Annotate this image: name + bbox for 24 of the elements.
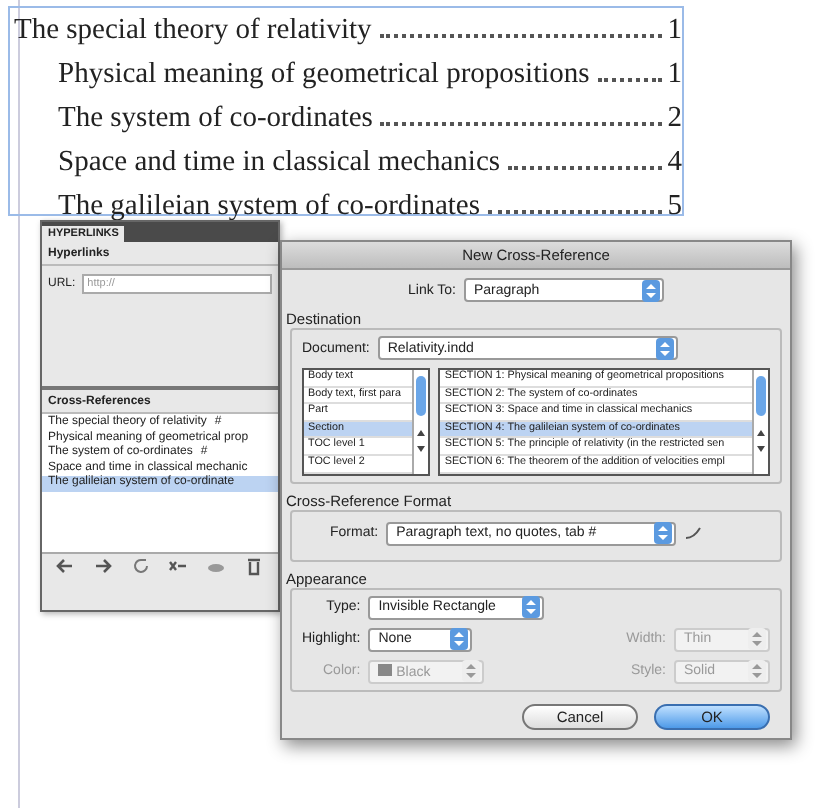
stepper-icon [655, 337, 674, 359]
stepper-icon [748, 660, 766, 683]
back-arrow-icon[interactable] [56, 556, 77, 576]
toc-entry-title: Physical meaning of geometrical propositions [58, 56, 590, 94]
color-swatch-icon [378, 663, 393, 676]
page-number: 5 [667, 188, 682, 226]
refresh-icon[interactable] [131, 556, 152, 576]
page-number: 4 [667, 144, 682, 182]
toc-entry-title: The galileian system of co-ordinates [58, 188, 480, 226]
page-number: 1 [667, 12, 682, 50]
stepper-icon [522, 596, 541, 619]
toc-entry-title: The system of co-ordinates [58, 100, 373, 138]
pencil-icon[interactable] [684, 526, 703, 541]
stepper-icon [654, 522, 673, 545]
stepper-icon [748, 628, 766, 651]
stepper-icon [462, 660, 481, 683]
page-number: 1 [667, 56, 682, 94]
toc-entry-title: Space and time in classical mechanics [58, 144, 501, 182]
stepper-icon [450, 628, 469, 651]
page-number: 2 [667, 100, 682, 138]
trash-icon[interactable] [243, 556, 264, 576]
stepper-icon [642, 279, 660, 301]
toc-entry-title: The special theory of relativity [14, 12, 372, 50]
forward-arrow-icon[interactable] [93, 556, 114, 576]
